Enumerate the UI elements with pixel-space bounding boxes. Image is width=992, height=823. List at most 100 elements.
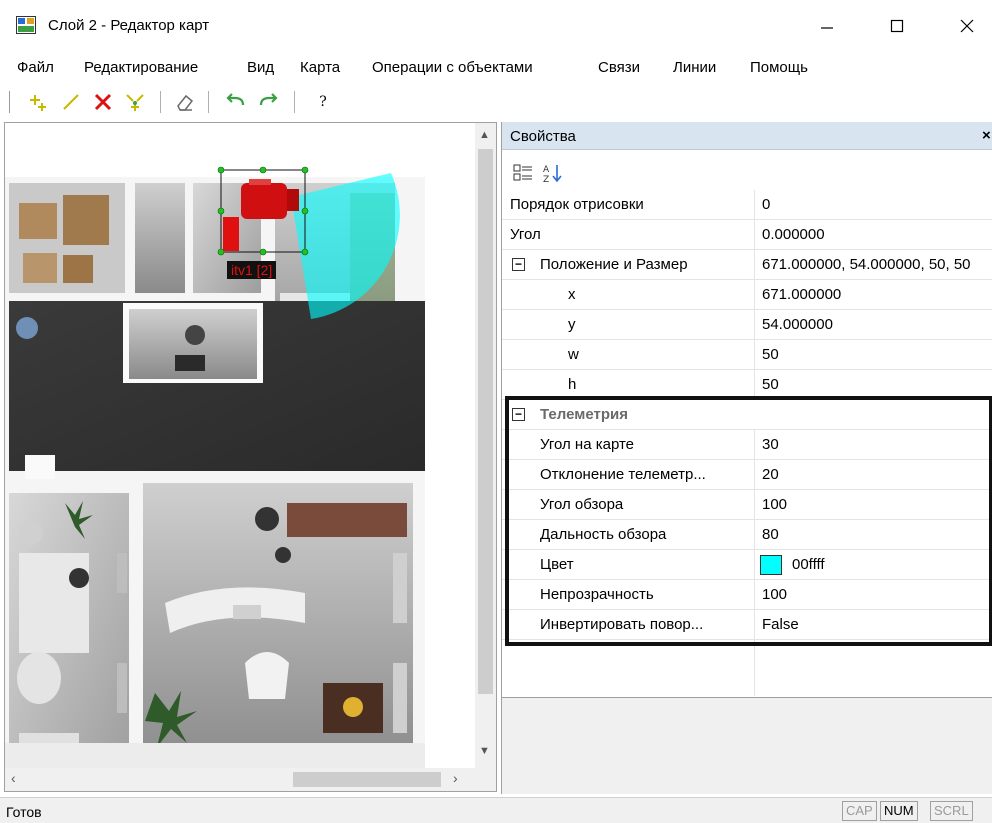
property-name: Угол обзора [540,496,624,513]
redo-button[interactable] [256,89,282,115]
property-row[interactable]: Непрозрачность 100 [502,580,992,610]
horizontal-scroll-thumb[interactable] [293,772,441,787]
property-value[interactable]: 100 [762,586,787,603]
menu-links[interactable]: Связи [598,59,640,76]
property-value[interactable]: 0.000000 [762,226,825,243]
property-row[interactable]: h 50 [502,370,992,400]
column-divider [754,370,755,400]
map-horizontal-scrollbar[interactable]: ‹ › [5,768,475,791]
property-value[interactable]: 671.000000, 54.000000, 50, 50 [762,256,971,273]
help-button[interactable]: ? [310,89,336,115]
property-value[interactable]: 0 [762,196,770,213]
sparkle-select-icon [126,94,144,111]
property-value[interactable]: 20 [762,466,779,483]
column-divider [754,340,755,370]
map-vertical-scrollbar[interactable]: ▲ ▼ [475,123,496,768]
floor-plan [5,123,475,768]
property-row[interactable]: Порядок отрисовки 0 [502,190,992,220]
svg-text:Z: Z [543,175,549,184]
menu-view[interactable]: Вид [247,59,274,76]
property-value[interactable]: 50 [762,346,779,363]
property-value[interactable]: False [762,616,799,633]
property-value[interactable]: 100 [762,496,787,513]
eraser-button[interactable] [172,89,198,115]
column-divider [754,280,755,310]
property-value[interactable]: 671.000000 [762,286,841,303]
scroll-lock-indicator: SCRL [930,801,973,821]
menu-file[interactable]: Файл [17,59,54,76]
property-value[interactable]: 00ffff [792,556,825,573]
scroll-right-icon[interactable]: › [453,770,458,786]
property-value[interactable]: 30 [762,436,779,453]
title-bar: Слой 2 - Редактор карт [0,0,992,48]
scroll-up-icon[interactable]: ▲ [479,129,490,141]
draw-line-icon [63,94,79,110]
menu-help[interactable]: Помощь [750,59,808,76]
column-divider [754,190,755,220]
category-name: Телеметрия [540,406,628,423]
property-row[interactable]: y 54.000000 [502,310,992,340]
column-divider [754,250,755,280]
collapse-icon[interactable]: − [512,258,525,271]
sort-alphabetical-icon[interactable]: A Z [542,162,564,184]
property-row[interactable]: w 50 [502,340,992,370]
property-row[interactable]: x 671.000000 [502,280,992,310]
scroll-corner [475,768,496,791]
toolbar-separator [160,91,162,113]
categorized-view-icon[interactable] [512,162,534,184]
help-icon: ? [319,94,327,110]
undo-button[interactable] [222,89,248,115]
property-value[interactable]: 54.000000 [762,316,833,333]
redo-icon [259,93,278,106]
menu-lines[interactable]: Линии [673,59,716,76]
property-value[interactable]: 50 [762,376,779,393]
property-name: Угол на карте [540,436,635,453]
property-name: Цвет [540,556,574,573]
add-object-icon [30,95,46,111]
maximize-button[interactable] [874,8,920,44]
property-name: y [568,316,576,333]
property-name: Порядок отрисовки [510,196,644,213]
property-row[interactable]: Отклонение телеметр... 20 [502,460,992,490]
close-button[interactable] [944,8,990,44]
column-divider [754,520,755,550]
category-row-telemetry[interactable]: − Телеметрия [502,400,992,430]
add-object-button[interactable] [26,89,52,115]
property-row[interactable]: Угол обзора 100 [502,490,992,520]
property-row[interactable]: Угол на карте 30 [502,430,992,460]
property-row[interactable]: Дальность обзора 80 [502,520,992,550]
menu-bar: Файл Редактирование Вид Карта Операции с… [0,52,992,82]
window-title: Слой 2 - Редактор карт [48,17,210,34]
scroll-left-icon[interactable]: ‹ [11,770,16,786]
menu-map[interactable]: Карта [300,59,340,76]
collapse-icon[interactable]: − [512,408,525,421]
maximize-icon [890,19,904,33]
properties-toolbar: A Z [502,151,992,195]
menu-object-operations[interactable]: Операции с объектами [372,59,533,76]
vertical-scroll-thumb[interactable] [478,149,493,694]
property-row-color[interactable]: Цвет 00ffff [502,550,992,580]
draw-line-button[interactable] [58,89,84,115]
property-row[interactable]: Инвертировать повор... False [502,610,992,640]
map-canvas[interactable]: itv1 [2] [5,123,475,768]
num-lock-indicator: NUM [880,801,918,821]
property-value[interactable]: 80 [762,526,779,543]
property-name: Инвертировать повор... [540,616,704,633]
properties-title: Свойства [510,128,576,145]
delete-button[interactable] [90,89,116,115]
property-row[interactable]: Угол 0.000000 [502,220,992,250]
map-pane[interactable]: itv1 [2] ▲ ▼ ‹ › [4,122,497,792]
scroll-down-icon[interactable]: ▼ [479,745,490,757]
close-icon [960,19,974,33]
properties-close-icon[interactable]: × [982,127,991,144]
toolbar-grip[interactable] [9,91,11,113]
color-swatch[interactable] [760,555,782,575]
menu-edit[interactable]: Редактирование [84,59,198,76]
select-objects-button[interactable] [122,89,148,115]
column-divider [754,220,755,250]
column-divider [754,580,755,610]
minimize-button[interactable] [804,8,850,44]
property-name: h [568,376,577,393]
property-row-position-size[interactable]: − Положение и Размер 671.000000, 54.0000… [502,250,992,280]
svg-text:A: A [543,165,550,175]
